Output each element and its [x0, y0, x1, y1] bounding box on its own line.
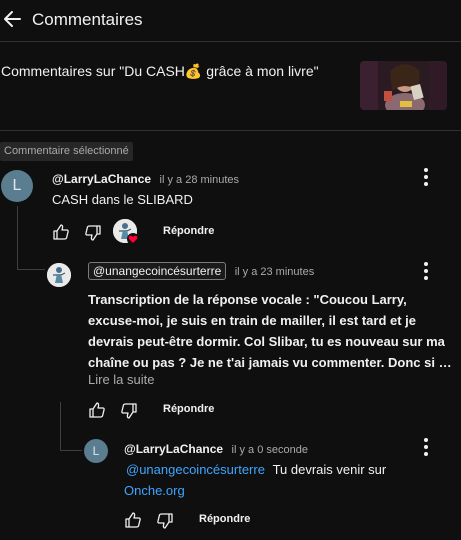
- comment-author[interactable]: @LarryLaChance: [124, 442, 223, 456]
- avatar[interactable]: L: [1, 170, 33, 202]
- comment-header: @LarryLaChance il y a 28 minutes: [52, 170, 239, 188]
- mention-link[interactable]: @unangecoincésurterre: [126, 462, 265, 477]
- thread-line: [60, 402, 61, 450]
- thumb-up-icon[interactable]: [52, 223, 70, 241]
- thread-line: [60, 450, 82, 451]
- comment-text-line: excuse-moi, je suis en train de mailler,…: [88, 313, 417, 328]
- comment-time: il y a 0 seconde: [231, 444, 308, 456]
- comment-text-line: devrais peut-être dormir. Col Slibar, tu…: [88, 334, 445, 349]
- back-arrow-icon[interactable]: [2, 8, 22, 30]
- external-link[interactable]: Onche.org: [124, 483, 185, 498]
- thumb-up-icon[interactable]: [88, 401, 106, 419]
- comment-time: il y a 23 minutes: [234, 266, 315, 278]
- comment-header: @unangecoincésurterre il y a 23 minutes: [88, 262, 314, 280]
- divider: [0, 130, 461, 131]
- reply-button[interactable]: Répondre: [163, 225, 214, 237]
- video-thumbnail[interactable]: [360, 61, 447, 110]
- avatar[interactable]: [47, 263, 71, 287]
- comment-author[interactable]: @unangecoincésurterre: [88, 262, 227, 280]
- thread-line: [17, 269, 45, 270]
- thumb-down-icon[interactable]: [120, 402, 138, 420]
- more-vert-icon[interactable]: [416, 167, 436, 187]
- comment-time: il y a 28 minutes: [159, 174, 240, 186]
- thread-line: [17, 206, 18, 269]
- video-title: Commentaires sur "Du CASH💰 grâce à mon l…: [1, 63, 319, 79]
- thumb-down-icon[interactable]: [84, 224, 102, 242]
- thumb-up-icon[interactable]: [124, 511, 142, 529]
- read-more-link[interactable]: Lire la suite: [88, 372, 154, 387]
- thumb-down-icon[interactable]: [156, 512, 174, 530]
- divider: [0, 41, 461, 42]
- reply-button[interactable]: Répondre: [199, 513, 250, 525]
- comment-text-line: Transcription de la réponse vocale : "Co…: [88, 292, 407, 307]
- comment-header: @LarryLaChance il y a 0 seconde: [124, 440, 308, 458]
- selected-comment-badge: Commentaire sélectionné: [0, 142, 133, 161]
- avatar-letter: L: [92, 444, 100, 458]
- more-vert-icon[interactable]: [416, 261, 436, 281]
- heart-icon: [127, 233, 139, 245]
- avatar[interactable]: L: [84, 439, 108, 463]
- page-title: Commentaires: [32, 10, 143, 29]
- reply-button[interactable]: Répondre: [163, 403, 214, 415]
- comment-text-part: Tu devrais venir sur: [272, 462, 387, 477]
- avatar-letter: L: [12, 177, 22, 194]
- comment-author[interactable]: @LarryLaChance: [52, 172, 151, 186]
- more-vert-icon[interactable]: [416, 437, 436, 457]
- comment-text-line: chaîne ou pas ? Je ne t'ai jamais vu com…: [88, 355, 452, 370]
- comment-text: @unangecoincésurterre Tu devrais venir s…: [126, 462, 386, 477]
- comment-text: CASH dans le SLIBARD: [52, 192, 193, 207]
- comment-text: Transcription de la réponse vocale : "Co…: [88, 289, 452, 373]
